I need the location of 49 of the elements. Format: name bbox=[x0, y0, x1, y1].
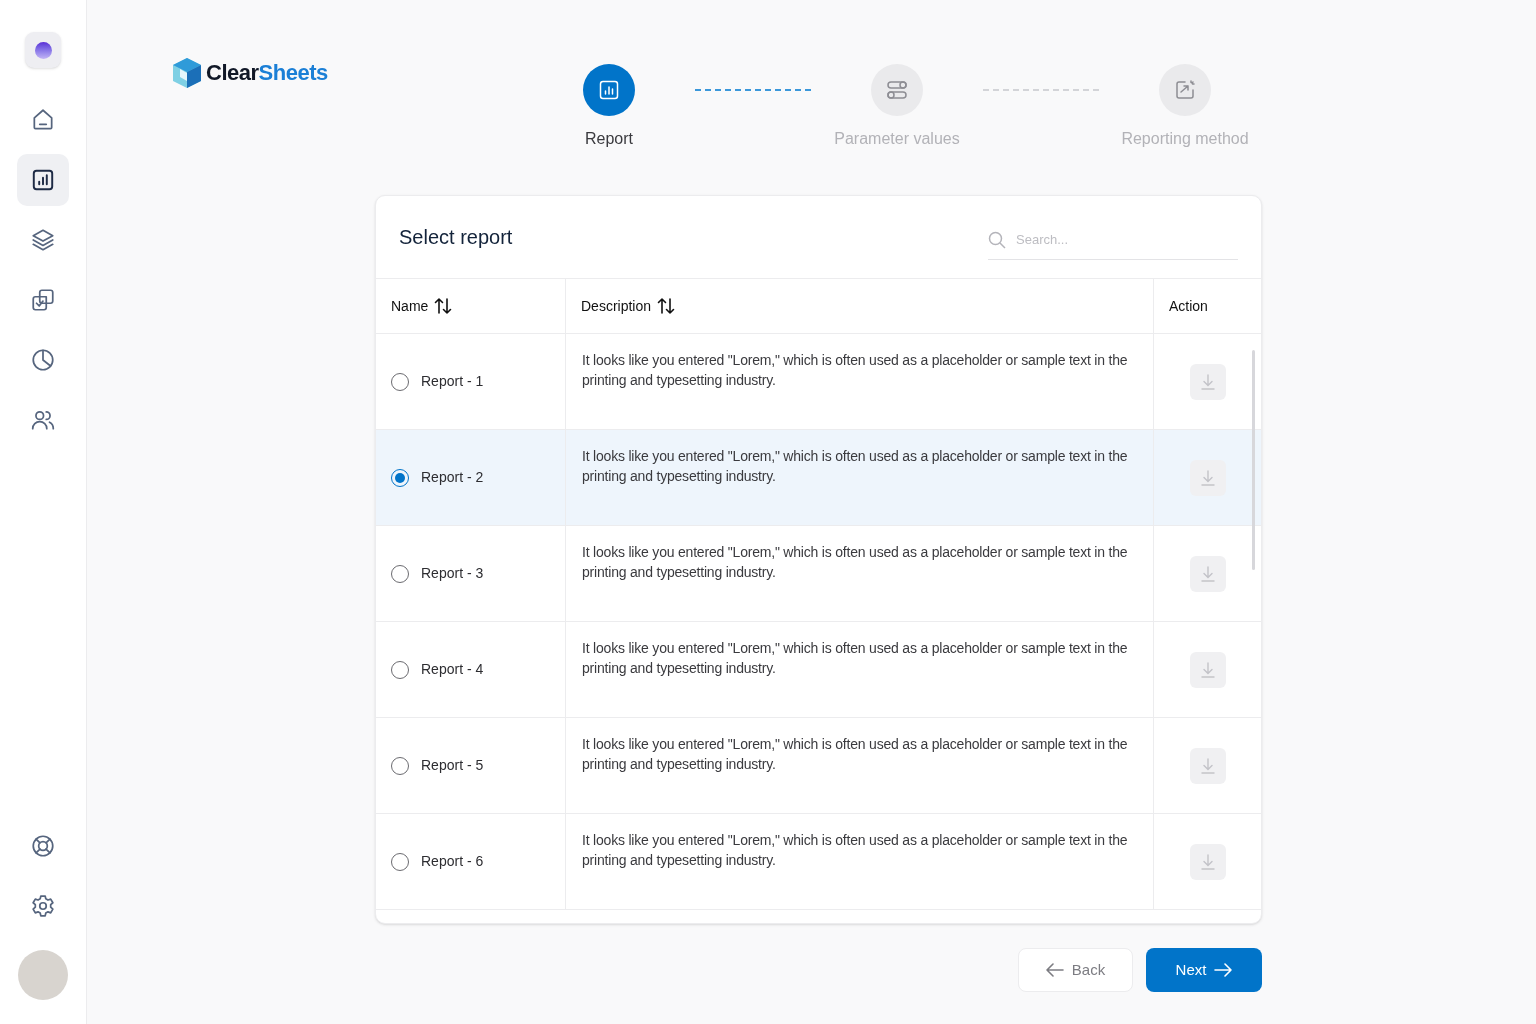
report-description: It looks like you entered "Lorem," which is often used as a placeholder or sample text in the printing and typesetting industry. bbox=[582, 735, 1129, 774]
scrollbar[interactable] bbox=[1252, 350, 1255, 570]
next-button[interactable]: Next bbox=[1146, 948, 1262, 992]
report-name: Report - 1 bbox=[421, 372, 484, 391]
download-icon bbox=[1198, 756, 1217, 775]
column-header[interactable]: Description bbox=[566, 279, 1154, 333]
download-icon bbox=[1198, 564, 1217, 583]
home-icon bbox=[30, 107, 56, 133]
report-name: Report - 6 bbox=[421, 852, 484, 871]
lifebuoy-icon bbox=[30, 833, 56, 859]
report-description: It looks like you entered "Lorem," which is often used as a placeholder or sample text in the printing and typesetting industry. bbox=[582, 543, 1129, 582]
step-label: Report bbox=[585, 129, 633, 149]
sort-icon[interactable] bbox=[657, 297, 676, 315]
column-header[interactable]: Name bbox=[376, 279, 566, 333]
report-name: Report - 2 bbox=[421, 468, 484, 487]
arrow-left-icon bbox=[1045, 963, 1064, 977]
pie-chart-icon bbox=[30, 347, 56, 373]
nav-item[interactable] bbox=[17, 154, 69, 206]
step-label: Reporting method bbox=[1121, 129, 1249, 149]
download-icon bbox=[1198, 852, 1217, 871]
step-label: Parameter values bbox=[834, 129, 960, 149]
download-icon bbox=[1198, 660, 1217, 679]
download-icon bbox=[1198, 468, 1217, 487]
logo-text: ClearSheets bbox=[206, 59, 328, 87]
cube-logo-icon bbox=[172, 56, 202, 89]
arrow-right-icon bbox=[1214, 963, 1233, 977]
report-description: It looks like you entered "Lorem," which is often used as a placeholder or sample text in the printing and typesetting industry. bbox=[582, 351, 1129, 390]
report-description: It looks like you entered "Lorem," which is often used as a placeholder or sample text in the printing and typesetting industry. bbox=[582, 831, 1129, 870]
back-button[interactable]: Back bbox=[1018, 948, 1133, 992]
bar-chart-icon bbox=[30, 167, 56, 193]
search-field[interactable]: Search... bbox=[988, 220, 1238, 260]
download-icon bbox=[1198, 372, 1217, 391]
checked-copy-icon bbox=[30, 287, 56, 313]
bar-chart-icon bbox=[597, 78, 621, 102]
settings-icon bbox=[30, 893, 56, 919]
search-icon bbox=[988, 230, 1006, 249]
sort-icon[interactable] bbox=[434, 297, 453, 315]
card-title: Select report bbox=[399, 225, 513, 250]
report-name: Report - 4 bbox=[421, 660, 484, 679]
report-name: Report - 3 bbox=[421, 564, 484, 583]
report-description: It looks like you entered "Lorem," which is often used as a placeholder or sample text in the printing and typesetting industry. bbox=[582, 639, 1129, 678]
layers-icon bbox=[30, 227, 56, 253]
report-name: Report - 5 bbox=[421, 756, 484, 775]
column-header: Action bbox=[1168, 296, 1209, 316]
search-input[interactable]: Search... bbox=[1016, 229, 1238, 250]
app-logo-icon[interactable] bbox=[25, 32, 61, 68]
toggles-icon bbox=[885, 78, 909, 102]
report-description: It looks like you entered "Lorem," which is often used as a placeholder or sample text in the printing and typesetting industry. bbox=[582, 447, 1129, 486]
chart-arrow-icon bbox=[1173, 78, 1197, 102]
